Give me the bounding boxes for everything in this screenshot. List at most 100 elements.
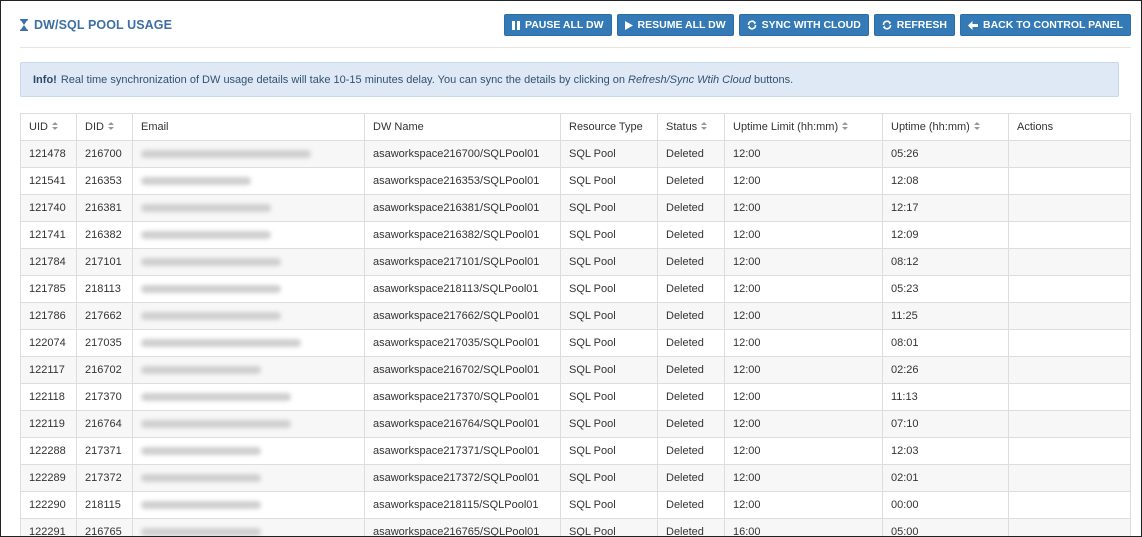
column-header-uptime-limit[interactable]: Uptime Limit (hh:mm) <box>724 113 883 141</box>
cell-status: Deleted <box>657 248 725 276</box>
sort-icon <box>973 121 980 133</box>
back-to-control-panel-button[interactable]: BACK TO CONTROL PANEL <box>959 14 1131 36</box>
column-header-resource-type: Resource Type <box>560 113 658 141</box>
cell-status: Deleted <box>657 167 725 195</box>
redacted-email <box>141 420 291 429</box>
cell-email <box>132 194 365 222</box>
cell-uptime: 08:12 <box>882 248 1009 276</box>
cell-actions <box>1008 437 1131 465</box>
cell-email <box>132 518 365 536</box>
refresh-icon <box>882 20 892 30</box>
cell-uptime: 02:01 <box>882 464 1009 492</box>
cell-uptime-limit: 12:00 <box>724 140 883 168</box>
column-header-uptime-limit-label: Uptime Limit (hh:mm) <box>733 120 839 133</box>
table-row: 122119 216764 asaworkspace216764/SQLPool01… <box>20 410 1131 438</box>
column-header-status[interactable]: Status <box>657 113 725 141</box>
column-header-uid[interactable]: UID <box>20 113 77 141</box>
table-row: 121541 216353 asaworkspace216353/SQLPool01… <box>20 167 1131 195</box>
cell-actions <box>1008 410 1131 438</box>
cell-uid: 121786 <box>20 302 77 330</box>
cell-uptime: 12:17 <box>882 194 1009 222</box>
table-row: 122291 216765 asaworkspace216765/SQLPool01… <box>20 518 1131 536</box>
page-title-text: DW/SQL POOL USAGE <box>34 18 173 32</box>
cell-resource-type: SQL Pool <box>560 383 658 411</box>
sync-with-cloud-label: SYNC WITH CLOUD <box>761 19 861 31</box>
cell-email <box>132 491 365 519</box>
cell-uptime-limit: 12:00 <box>724 464 883 492</box>
cell-resource-type: SQL Pool <box>560 410 658 438</box>
app-window: DW/SQL POOL USAGE PAUSE ALL DW RESUME AL… <box>0 0 1142 537</box>
cell-did: 218113 <box>76 275 133 303</box>
cell-uptime-limit: 16:00 <box>724 518 883 536</box>
cell-uptime-limit: 12:00 <box>724 221 883 249</box>
column-header-email: Email <box>132 113 365 141</box>
cell-uptime-limit: 12:00 <box>724 491 883 519</box>
cell-actions <box>1008 140 1131 168</box>
column-header-resource-type-label: Resource Type <box>569 121 643 133</box>
column-header-uid-label: UID <box>29 120 48 133</box>
cell-resource-type: SQL Pool <box>560 275 658 303</box>
sync-with-cloud-button[interactable]: SYNC WITH CLOUD <box>738 14 869 36</box>
table-row: 121740 216381 asaworkspace216381/SQLPool01… <box>20 194 1131 222</box>
cell-uid: 121784 <box>20 248 77 276</box>
cell-actions <box>1008 491 1131 519</box>
cell-email <box>132 437 365 465</box>
table-row: 122117 216702 asaworkspace216702/SQLPool01… <box>20 356 1131 384</box>
cell-uid: 122289 <box>20 464 77 492</box>
cell-did: 217101 <box>76 248 133 276</box>
table-row: 121786 217662 asaworkspace217662/SQLPool01… <box>20 302 1131 330</box>
resume-all-dw-button[interactable]: RESUME ALL DW <box>616 14 734 36</box>
cell-uid: 122117 <box>20 356 77 384</box>
cell-email <box>132 140 365 168</box>
cell-status: Deleted <box>657 302 725 330</box>
cell-status: Deleted <box>657 140 725 168</box>
column-header-uptime[interactable]: Uptime (hh:mm) <box>882 113 1009 141</box>
cell-uid: 122288 <box>20 437 77 465</box>
cell-resource-type: SQL Pool <box>560 140 658 168</box>
cell-uptime: 05:26 <box>882 140 1009 168</box>
refresh-label: REFRESH <box>896 19 947 31</box>
cell-email <box>132 275 365 303</box>
cell-status: Deleted <box>657 410 725 438</box>
redacted-email <box>141 528 261 536</box>
cell-actions <box>1008 194 1131 222</box>
cell-uptime: 12:03 <box>882 437 1009 465</box>
cell-resource-type: SQL Pool <box>560 329 658 357</box>
cell-dw-name: asaworkspace216353/SQLPool01 <box>364 167 561 195</box>
refresh-button[interactable]: REFRESH <box>873 14 955 36</box>
info-alert: Info! Real time synchronization of DW us… <box>20 62 1119 97</box>
cell-uptime: 07:10 <box>882 410 1009 438</box>
cell-resource-type: SQL Pool <box>560 464 658 492</box>
cell-email <box>132 248 365 276</box>
cell-resource-type: SQL Pool <box>560 491 658 519</box>
cell-uptime-limit: 12:00 <box>724 302 883 330</box>
cell-resource-type: SQL Pool <box>560 356 658 384</box>
column-header-email-label: Email <box>141 121 169 133</box>
cell-uptime-limit: 12:00 <box>724 410 883 438</box>
redacted-email <box>141 150 311 159</box>
table-row: 122074 217035 asaworkspace217035/SQLPool01… <box>20 329 1131 357</box>
cell-uptime: 12:09 <box>882 221 1009 249</box>
cell-actions <box>1008 518 1131 536</box>
page-header: DW/SQL POOL USAGE PAUSE ALL DW RESUME AL… <box>20 13 1131 48</box>
table-row: 122118 217370 asaworkspace217370/SQLPool01… <box>20 383 1131 411</box>
cell-uptime: 08:01 <box>882 329 1009 357</box>
cell-status: Deleted <box>657 356 725 384</box>
cell-did: 218115 <box>76 491 133 519</box>
cell-did: 217662 <box>76 302 133 330</box>
cell-status: Deleted <box>657 437 725 465</box>
pause-icon <box>511 20 520 30</box>
cell-actions <box>1008 356 1131 384</box>
cell-status: Deleted <box>657 329 725 357</box>
cell-did: 216381 <box>76 194 133 222</box>
column-header-did-label: DID <box>85 120 104 133</box>
column-header-did[interactable]: DID <box>76 113 133 141</box>
cell-status: Deleted <box>657 221 725 249</box>
redacted-email <box>141 339 301 348</box>
cell-dw-name: asaworkspace218115/SQLPool01 <box>364 491 561 519</box>
table-header-row: UID DID Email DW Name Resource Type Stat… <box>20 113 1131 141</box>
cell-did: 217372 <box>76 464 133 492</box>
pause-all-dw-button[interactable]: PAUSE ALL DW <box>503 14 612 36</box>
cell-dw-name: asaworkspace217370/SQLPool01 <box>364 383 561 411</box>
table-row: 121785 218113 asaworkspace218113/SQLPool01… <box>20 275 1131 303</box>
